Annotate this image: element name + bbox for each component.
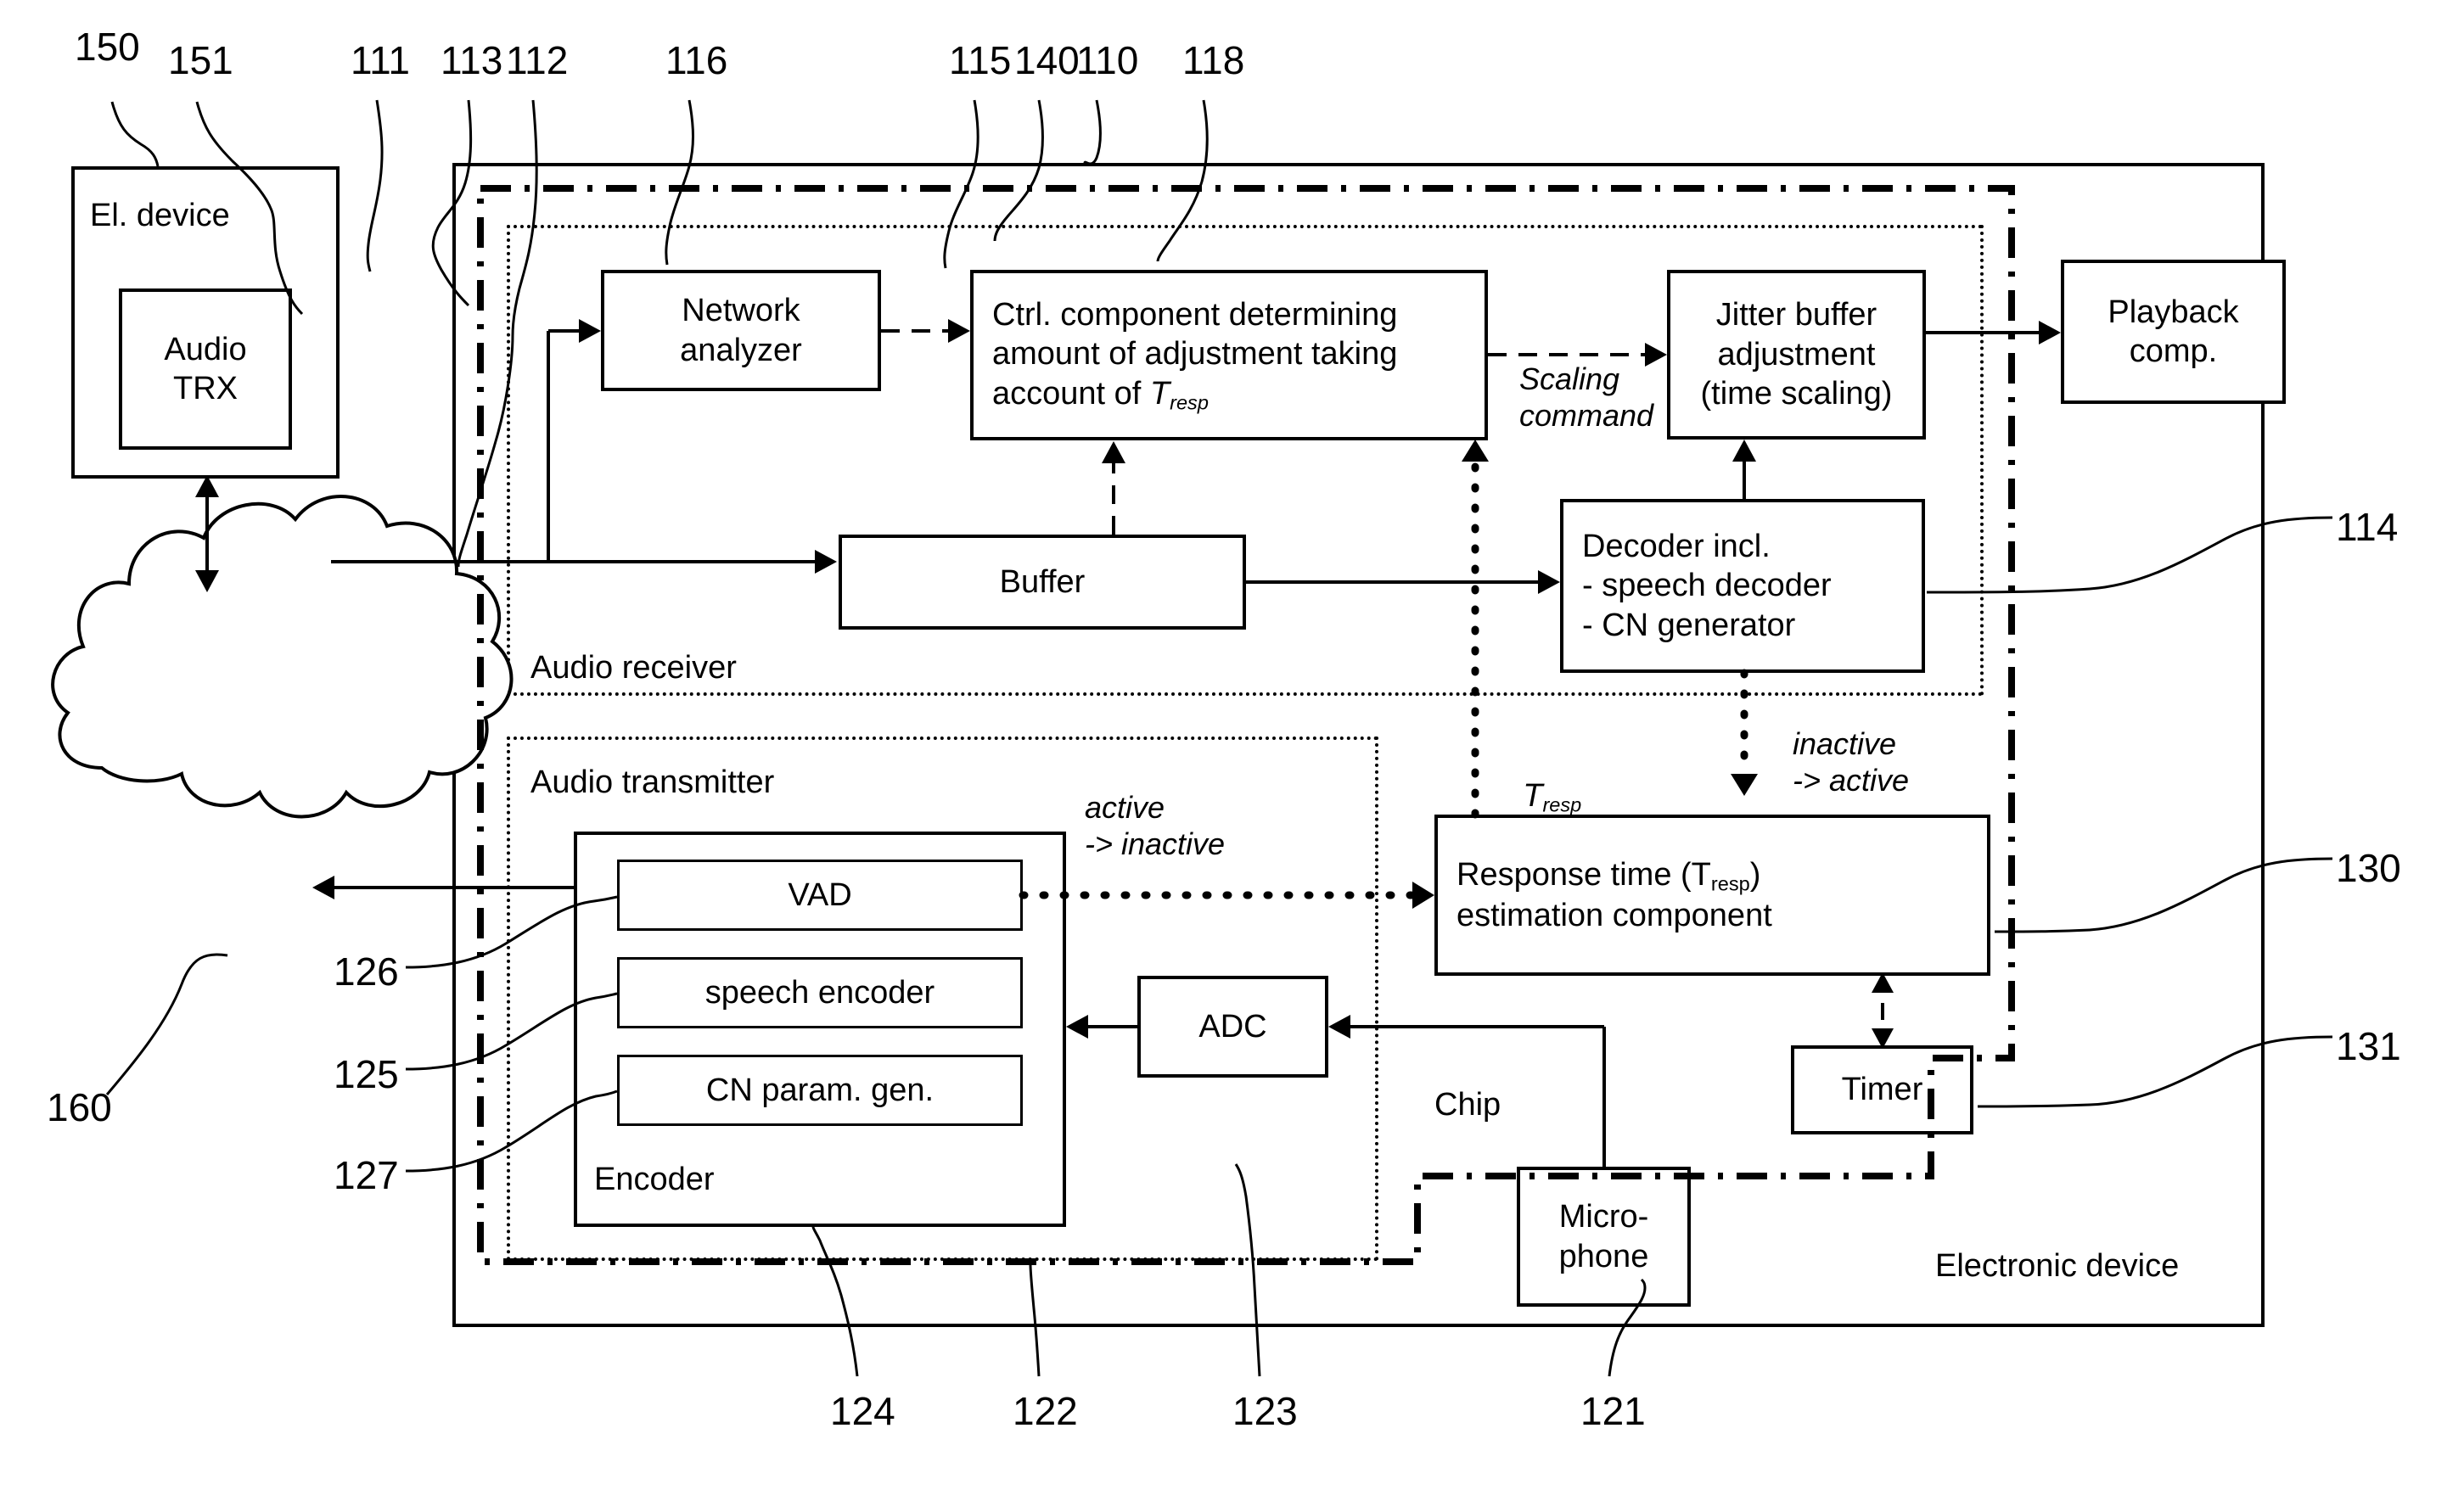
- ref-numeral-151: 151: [168, 38, 233, 82]
- jitter-buffer-adjustment-box: Jitter buffer adjustment (time scaling): [1667, 270, 1926, 440]
- el-device-label: El. device: [90, 198, 230, 233]
- ctrl-component-line2: amount of adjustment taking: [992, 336, 1398, 372]
- inactive-to-active-label: inactive -> active: [1793, 726, 1910, 798]
- timer-box: Timer: [1791, 1045, 1973, 1134]
- ref-numeral-116: 116: [665, 38, 728, 82]
- patent-figure: 150 151 111 113 112 116 115 140 110 118 …: [0, 0, 2464, 1501]
- ref-numeral-111: 111: [351, 38, 410, 82]
- adc-box: ADC: [1137, 976, 1328, 1078]
- ref-numeral-140: 140: [1014, 38, 1080, 82]
- chip-label: Chip: [1434, 1087, 1501, 1123]
- ref-numeral-124: 124: [830, 1389, 895, 1433]
- playback-comp-box: Playback comp.: [2061, 260, 2286, 404]
- audio-trx-box: Audio TRX: [119, 288, 292, 450]
- packet-switched-network-cloud: [51, 495, 514, 819]
- leader-111: [366, 99, 384, 272]
- arrow-into-network: [312, 876, 334, 899]
- ref-numeral-123: 123: [1232, 1389, 1298, 1433]
- ref-numeral-125: 125: [334, 1052, 399, 1096]
- response-time-line1: Response time (Tresp): [1457, 855, 1760, 896]
- ref-numeral-122: 122: [1013, 1389, 1078, 1433]
- tresp-signal-label: Tresp: [1487, 738, 1581, 855]
- ref-numeral-112: 112: [506, 38, 569, 82]
- tresp-signal-subscript: resp: [1542, 793, 1582, 816]
- response-time-line2: estimation component: [1457, 897, 1772, 933]
- ref-numeral-121: 121: [1580, 1389, 1646, 1433]
- ctrl-component-line1: Ctrl. component determining: [992, 296, 1398, 333]
- ref-numeral-113: 113: [441, 38, 503, 82]
- leader-150: [110, 101, 160, 167]
- audio-transmitter-label: Audio transmitter: [530, 765, 775, 800]
- electronic-device-label: Electronic device: [1935, 1248, 2180, 1284]
- ref-numeral-160: 160: [47, 1085, 112, 1129]
- encoder-label: Encoder: [594, 1162, 715, 1197]
- decoder-line3: - CN generator: [1582, 607, 1796, 643]
- audio-receiver-label: Audio receiver: [530, 650, 737, 686]
- ref-numeral-115: 115: [949, 38, 1012, 82]
- microphone-box: Micro- phone: [1517, 1167, 1691, 1307]
- ref-numeral-130: 130: [2336, 846, 2401, 890]
- ref-numeral-114: 114: [2336, 505, 2399, 549]
- ctrl-component-line3: account of Tresp: [992, 374, 1209, 415]
- buffer-box: Buffer: [839, 535, 1246, 630]
- ctrl-component-line3-text: account of: [992, 375, 1150, 412]
- decoder-line1: Decoder incl.: [1582, 528, 1771, 564]
- tresp-subscript: resp: [1170, 391, 1209, 414]
- tresp-symbol: T: [1149, 375, 1170, 412]
- ref-numeral-127: 127: [334, 1153, 399, 1197]
- ref-numeral-126: 126: [334, 949, 399, 994]
- response-time-subscript: resp: [1710, 872, 1750, 895]
- ref-numeral-131: 131: [2336, 1024, 2401, 1068]
- leader-110: [1083, 99, 1102, 165]
- cn-param-gen-box: CN param. gen.: [617, 1055, 1023, 1126]
- response-time-line1-pre: Response time (T: [1457, 856, 1711, 893]
- ctrl-component-box: Ctrl. component determining amount of ad…: [970, 270, 1488, 440]
- ref-numeral-118: 118: [1182, 38, 1245, 82]
- active-to-inactive-label: active -> inactive: [1085, 790, 1226, 862]
- tresp-signal-symbol: T: [1523, 777, 1543, 814]
- response-time-line1-post: ): [1749, 856, 1761, 893]
- decoder-box: Decoder incl. - speech decoder - CN gene…: [1560, 499, 1925, 673]
- decoder-line2: - speech decoder: [1582, 568, 1832, 604]
- vad-box: VAD: [617, 860, 1023, 931]
- ref-numeral-110: 110: [1076, 38, 1139, 82]
- ref-numeral-150: 150: [75, 25, 140, 69]
- scaling-command-label: Scaling command: [1519, 361, 1654, 434]
- speech-encoder-box: speech encoder: [617, 957, 1023, 1028]
- network-analyzer-box: Network analyzer: [601, 270, 881, 391]
- leader-160: [105, 953, 228, 1095]
